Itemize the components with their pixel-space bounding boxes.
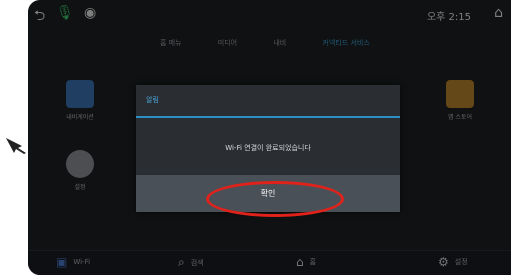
- dialog-divider: [136, 116, 400, 118]
- pointer-arrow-icon: [6, 138, 26, 154]
- infotainment-screen: ⮌ 🎙 ◉ 오후 2:15 ⌂ 홈 메뉴 미디어 내비 커넥티드 서비스 내비게…: [28, 0, 511, 275]
- dialog-title: 알림: [146, 96, 159, 104]
- dialog-message: Wi-Fi 연결이 완료되었습니다: [225, 144, 311, 152]
- highlight-ellipse: [206, 181, 344, 217]
